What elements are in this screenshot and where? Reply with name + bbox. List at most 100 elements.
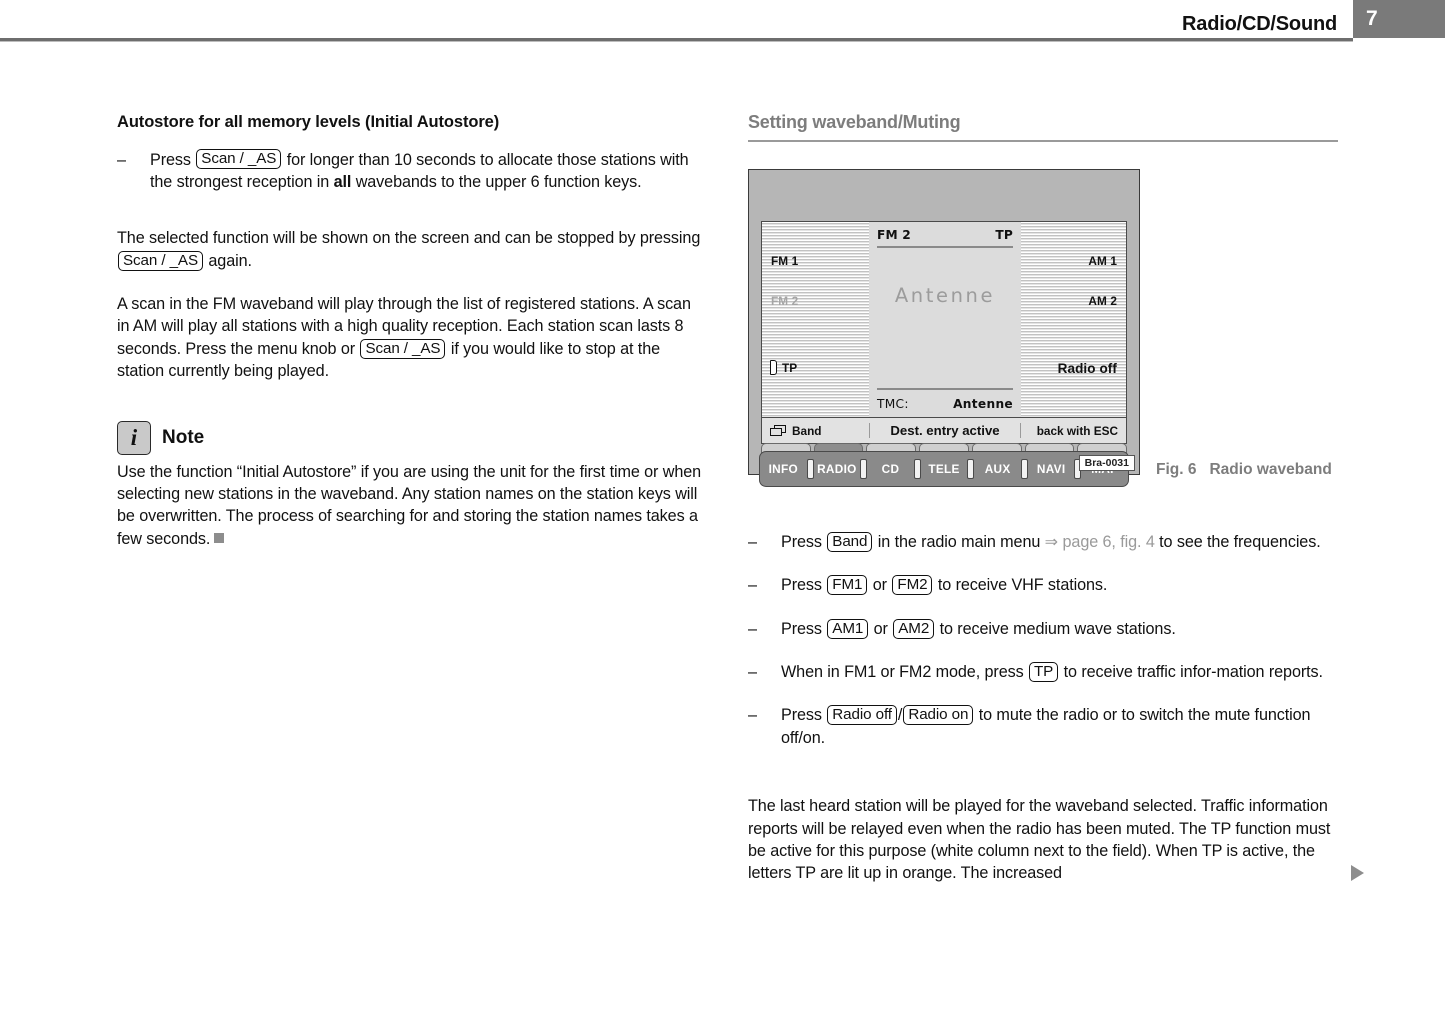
section-heading-rule — [748, 140, 1338, 142]
button-separator-4 — [967, 459, 975, 479]
note-text: Use the function “Initial Autostore” if … — [117, 461, 707, 550]
figure-radio-waveband: FM 1 FM 2 TP FM 2 TP Antenne TMC: Antenn… — [748, 169, 1348, 487]
radio-screen: FM 1 FM 2 TP FM 2 TP Antenne TMC: Antenn… — [761, 221, 1127, 418]
paragraph-scan-behaviour: A scan in the FM waveband will play thro… — [117, 293, 707, 382]
key-radio-off[interactable]: Radio off — [827, 705, 897, 726]
page-title: Radio/CD/Sound — [1182, 13, 1337, 35]
left-label-fm1[interactable]: FM 1 — [771, 254, 799, 268]
center-rule-bottom — [877, 388, 1013, 390]
bullet-press-am: – Press AM1 or AM2 to receive medium wav… — [748, 618, 1348, 640]
bullet-text-bold: all — [333, 172, 352, 191]
center-station-name: Antenne — [894, 284, 996, 307]
end-of-section-square — [214, 532, 225, 543]
left-column: Autostore for all memory levels (Initial… — [117, 112, 707, 550]
button-cd[interactable]: CD — [867, 462, 914, 476]
bullet-text-part3: wavebands to the upper 6 function keys. — [355, 172, 642, 191]
key-fm2[interactable]: FM2 — [892, 575, 933, 596]
right-label-am2[interactable]: AM 2 — [1088, 294, 1117, 308]
b0-part1: Press — [781, 533, 822, 551]
button-info[interactable]: INFO — [760, 462, 807, 476]
bullet-dash: – — [748, 619, 757, 638]
bullet-dash: – — [748, 663, 757, 682]
b1-part1: Press — [781, 576, 822, 595]
softkey-band-label: Band — [792, 423, 822, 438]
note-title: Note — [162, 426, 205, 448]
b1-part2: to receive VHF stations. — [937, 576, 1108, 595]
right-label-am1[interactable]: AM 1 — [1088, 254, 1117, 268]
figure-caption: Fig. 6 Radio waveband — [1156, 461, 1332, 479]
button-aux[interactable]: AUX — [974, 462, 1021, 476]
b0-part3: to see the frequencies. — [1159, 533, 1321, 551]
figure-code: Bra-0031 — [1078, 455, 1135, 471]
softkey-back-esc[interactable]: back with ESC — [1021, 424, 1126, 438]
button-navi[interactable]: NAVI — [1028, 462, 1075, 476]
b3-part2: to receive traffic infor-mation reports. — [1063, 663, 1323, 682]
figure-caption-label: Fig. 6 — [1156, 461, 1197, 478]
tmc-label: TMC: — [877, 397, 909, 411]
key-band[interactable]: Band — [827, 531, 873, 552]
closing-paragraph: The last heard station will be played fo… — [748, 797, 1331, 883]
key-scan-as-3[interactable]: Scan / _AS — [360, 338, 446, 359]
right-label-radio-off[interactable]: Radio off — [1057, 361, 1117, 376]
button-separator-2 — [860, 459, 868, 479]
left-label-tp[interactable]: TP — [782, 361, 798, 375]
button-separator-3 — [913, 459, 921, 479]
b1-mid: or — [872, 576, 887, 595]
tmc-value: Antenne — [953, 397, 1013, 411]
unit-button-bar: INFO RADIO CD TELE AUX NAVI MAP — [759, 451, 1129, 487]
instruction-list: – Press Band in the radio main menu ⇒ pa… — [748, 531, 1348, 749]
right-column: Setting waveband/Muting FM 1 FM 2 TP FM … — [748, 112, 1364, 885]
page-header: Radio/CD/Sound 7 — [0, 0, 1445, 38]
manual-page: Radio/CD/Sound 7 Autostore for all memor… — [0, 0, 1445, 1018]
key-scan-as[interactable]: Scan / _AS — [196, 149, 282, 170]
page-number: 7 — [1366, 7, 1378, 30]
b2-part1: Press — [781, 619, 822, 638]
center-tp-label: TP — [995, 228, 1013, 242]
bullet-press-radio-off: – Press Radio off / Radio on to mute the r… — [748, 704, 1348, 749]
bullet-dash: – — [748, 706, 757, 725]
button-radio[interactable]: RADIO — [814, 462, 861, 476]
key-tp[interactable]: TP — [1029, 661, 1059, 682]
softkey-band[interactable]: Band — [762, 424, 869, 438]
bullet-dash: – — [748, 576, 757, 595]
bullet-press-tp: – When in FM1 or FM2 mode, press TP to r… — [748, 661, 1348, 683]
note-text-body: Use the function “Initial Autostore” if … — [117, 462, 702, 548]
bullet-autostore: – Press Scan / _AS for longer than 10 se… — [117, 149, 707, 194]
bullet-text: Press Scan / _AS for longer than 10 seco… — [150, 149, 707, 194]
note-block: i Note Use the function “Initial Autosto… — [117, 420, 707, 550]
screen-right-panel: AM 1 AM 2 Radio off — [1021, 222, 1126, 417]
button-tele[interactable]: TELE — [921, 462, 968, 476]
key-radio-on[interactable]: Radio on — [903, 705, 974, 726]
softkey-dest-entry[interactable]: Dest. entry active — [869, 423, 1021, 438]
center-rule-top — [877, 246, 1013, 248]
para1-part2: again. — [208, 251, 252, 270]
continuation-arrow-icon — [1351, 864, 1364, 881]
b2-mid: or — [873, 619, 888, 638]
paragraph-selected-function: The selected function will be shown on t… — [117, 227, 707, 272]
b0-part2: in the radio main menu — [877, 533, 1041, 551]
center-band-label: FM 2 — [877, 228, 911, 242]
key-am2[interactable]: AM2 — [893, 618, 935, 639]
key-scan-as-2[interactable]: Scan / _AS — [118, 250, 203, 271]
info-icon: i — [117, 420, 151, 455]
screen-left-panel: FM 1 FM 2 TP — [762, 222, 869, 417]
section-heading: Setting waveband/Muting — [748, 112, 961, 132]
bullet-dash: – — [117, 150, 126, 169]
b3-part1: When in FM1 or FM2 mode, press — [781, 663, 1024, 682]
left-heading: Autostore for all memory levels (Initial… — [117, 113, 500, 131]
b4-part1: Press — [781, 706, 822, 725]
page-number-box: 7 — [1353, 0, 1445, 38]
tp-column-indicator-icon — [770, 360, 777, 375]
left-label-fm2[interactable]: FM 2 — [771, 294, 799, 308]
cross-reference-page6[interactable]: ⇒ page 6, fig. 4 — [1045, 533, 1155, 551]
button-separator-1 — [806, 459, 814, 479]
band-swap-icon — [770, 425, 787, 436]
note-header: i Note — [117, 420, 707, 455]
closing-paragraph-wrap: The last heard station will be played fo… — [748, 795, 1364, 884]
center-top-row: FM 2 TP — [877, 228, 1013, 242]
b4-slash: / — [897, 706, 903, 725]
key-am1[interactable]: AM1 — [827, 618, 869, 639]
key-fm1[interactable]: FM1 — [827, 575, 868, 596]
radio-unit: FM 1 FM 2 TP FM 2 TP Antenne TMC: Antenn… — [748, 169, 1140, 487]
screen-softkey-bar: Band Dest. entry active back with ESC — [761, 418, 1127, 444]
